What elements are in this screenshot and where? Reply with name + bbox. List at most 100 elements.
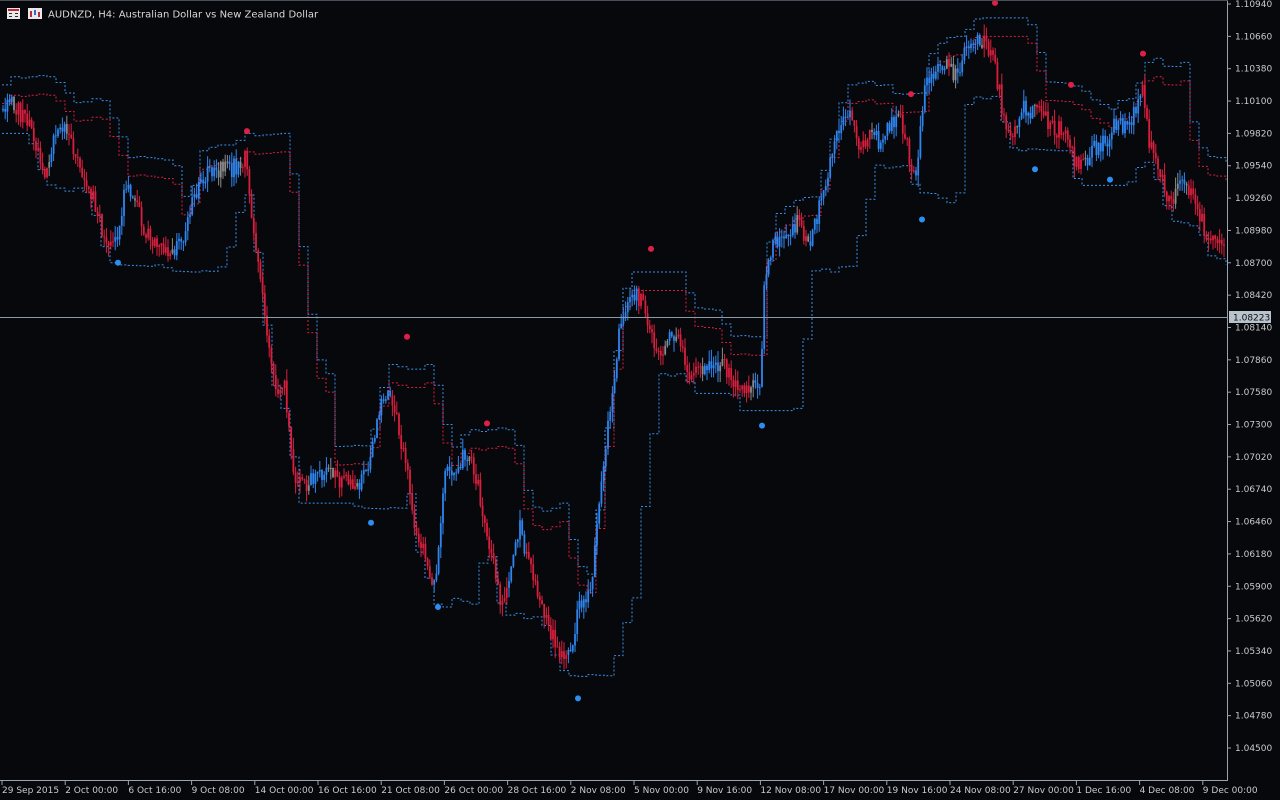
candle-body	[532, 564, 535, 581]
candle-body	[444, 470, 447, 494]
candle-body	[83, 177, 86, 181]
candle-body	[162, 243, 165, 253]
candle-body	[987, 41, 990, 56]
candle-body	[180, 238, 183, 242]
candle-body	[978, 34, 981, 45]
candle-body	[409, 469, 411, 495]
candle-body	[866, 139, 869, 147]
candle-body	[787, 234, 790, 237]
candle-body	[468, 456, 471, 462]
candle-body	[965, 46, 968, 48]
candle-body	[167, 247, 169, 257]
candle-body	[1049, 122, 1052, 130]
candle-body	[57, 129, 59, 137]
price-tick-label: 1.07580	[1235, 388, 1272, 398]
candle-body	[332, 467, 334, 478]
chart-grid-icon[interactable]	[7, 8, 20, 19]
candle-body	[670, 332, 673, 337]
candle-body	[475, 474, 477, 485]
candle-body	[305, 480, 308, 491]
candle-body	[79, 158, 81, 168]
candle-body	[802, 225, 805, 241]
price-tick-label: 1.08980	[1235, 226, 1272, 236]
candle-body	[939, 64, 942, 67]
price-chart[interactable]: 1.10940 1.10660 1.10380 1.10100 1.09820 1.095…	[0, 0, 1280, 800]
candle-body	[338, 476, 341, 488]
candle-body	[246, 151, 249, 170]
candle-body	[600, 481, 603, 504]
candle-body	[745, 385, 748, 393]
candle-body	[37, 147, 40, 151]
candle-body	[664, 345, 667, 355]
candle-body	[1185, 183, 1188, 186]
candle-body	[543, 603, 546, 618]
candle-body	[820, 198, 823, 201]
candle-body	[376, 419, 378, 438]
candle-body	[732, 379, 735, 387]
candle-body	[538, 596, 541, 601]
chart-type-icon[interactable]	[28, 8, 42, 19]
candle-body	[785, 234, 788, 239]
candle-body	[653, 332, 656, 349]
candle-body	[171, 249, 174, 254]
candle-body	[479, 479, 482, 506]
candle-body	[358, 483, 361, 490]
candle-body	[569, 649, 572, 652]
candle-body	[818, 200, 821, 224]
candle-body	[910, 164, 913, 172]
candle-body	[413, 510, 416, 528]
buy-signal-dot	[759, 422, 765, 429]
sell-signal-dot	[1068, 81, 1074, 88]
candle-body	[351, 479, 354, 489]
candle-body	[59, 127, 62, 130]
candle-body	[798, 215, 801, 220]
candle-body	[772, 239, 774, 258]
candle-body	[299, 477, 301, 483]
candle-body	[411, 494, 414, 511]
candle-body	[285, 380, 288, 413]
price-tick-label: 1.04500	[1235, 744, 1272, 754]
candle-body	[794, 224, 796, 233]
candle-body	[145, 234, 147, 238]
candle-body	[492, 552, 495, 560]
candle-body	[945, 59, 948, 69]
candle-body	[1115, 118, 1118, 130]
candle-body	[780, 236, 783, 238]
candle-body	[301, 477, 304, 480]
candle-body	[952, 63, 955, 81]
candle-body	[873, 132, 876, 136]
candle-body	[461, 449, 464, 469]
candle-body	[277, 389, 279, 394]
candle-body	[1009, 130, 1012, 136]
candle-body	[393, 405, 396, 413]
current-price-label: 1.08223	[1229, 311, 1271, 324]
candle-body	[998, 84, 1001, 90]
candle-body	[433, 580, 436, 585]
candle-body	[446, 466, 449, 471]
price-tick-label: 1.06740	[1235, 485, 1272, 495]
candle-body	[1150, 142, 1153, 148]
candle-body	[1005, 115, 1008, 130]
candle-body	[835, 130, 838, 142]
candle-body	[481, 505, 484, 517]
candle-body	[472, 457, 475, 475]
candle-body	[1152, 142, 1155, 154]
candle-body	[261, 278, 264, 294]
candle-body	[1190, 188, 1192, 196]
candle-body	[241, 166, 244, 168]
candle-body	[646, 313, 649, 326]
candle-body	[868, 129, 871, 140]
candle-body	[48, 162, 51, 168]
candle-body	[255, 233, 257, 251]
candle-body	[1209, 238, 1212, 241]
buy-signal-dot	[1107, 176, 1113, 183]
candle-body	[811, 229, 814, 246]
candle-body	[1154, 153, 1157, 159]
candle-body	[1110, 132, 1113, 140]
candle-body	[1091, 145, 1093, 158]
candle-body	[61, 127, 64, 132]
candle-body	[400, 434, 403, 449]
candle-body	[1216, 238, 1219, 244]
candle-body	[833, 141, 836, 154]
candle-body	[879, 142, 882, 149]
